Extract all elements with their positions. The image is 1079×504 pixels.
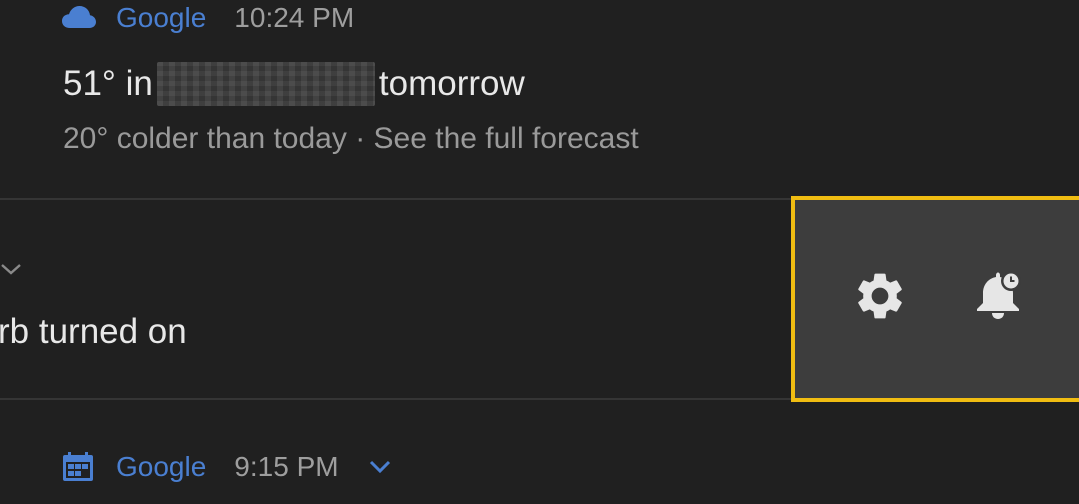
redacted-location (156, 62, 375, 106)
notification-time: 9:15 PM (234, 451, 339, 482)
notification-subtitle: 20° colder than today · See the full for… (63, 122, 639, 155)
chevron-down-icon[interactable] (0, 258, 24, 282)
notification-snooze-button[interactable] (966, 266, 1030, 330)
title-suffix: tomorrow (378, 64, 525, 103)
dnd-notification[interactable]: rb turned on (0, 196, 1079, 402)
notification-header: Google 9:15 PM (62, 449, 393, 485)
divider (0, 398, 791, 400)
cloud-icon (62, 0, 98, 36)
notification-time: 10:24 PM (234, 2, 355, 33)
notification-header: Google 10:24 PM (62, 0, 354, 36)
calendar-icon (62, 449, 98, 485)
app-name: Google (116, 2, 207, 33)
notification-shade: Google 10:24 PM 51° in tomorrow 20° cold… (0, 0, 1079, 504)
notification-settings-button[interactable] (848, 266, 912, 330)
chevron-down-icon[interactable] (367, 454, 393, 480)
title-prefix: 51° in (63, 64, 153, 103)
app-name: Google (116, 451, 207, 482)
notification-action-panel (791, 196, 1079, 402)
calendar-notification[interactable]: Google 9:15 PM (0, 401, 1079, 504)
dnd-notification-text: rb turned on (0, 312, 187, 351)
weather-notification[interactable]: Google 10:24 PM 51° in tomorrow 20° cold… (0, 0, 1079, 199)
notification-title: 51° in tomorrow (63, 60, 525, 108)
bell-clock-icon (969, 267, 1027, 330)
gear-icon (852, 268, 908, 329)
